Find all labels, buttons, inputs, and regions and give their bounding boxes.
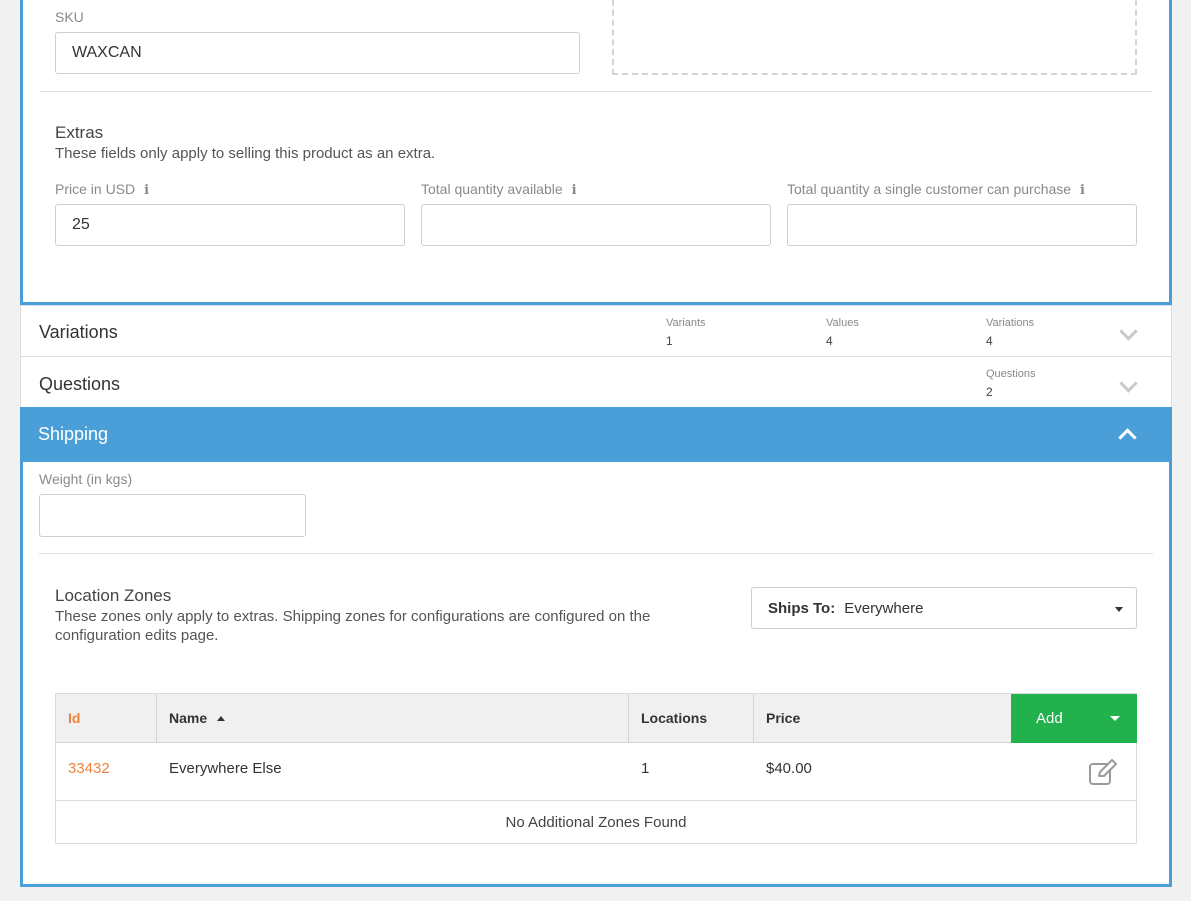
questions-title: Questions: [39, 374, 121, 394]
sku-label: SKU: [55, 9, 84, 25]
per-customer-limit-input[interactable]: [787, 204, 1137, 246]
variations-stat: Variations 4: [986, 317, 1035, 348]
no-zones-message: No Additional Zones Found: [56, 800, 1136, 843]
total-quantity-input[interactable]: [421, 204, 771, 246]
variants-stat: Variants 1: [666, 317, 706, 348]
extras-description: These fields only apply to selling this …: [55, 145, 436, 162]
shipping-section-header[interactable]: Shipping: [20, 407, 1172, 462]
sort-ascending-icon: [217, 715, 226, 721]
values-stat: Values 4: [826, 317, 859, 348]
caret-down-icon: [1115, 607, 1123, 612]
total-quantity-label: Total quantity available i: [421, 181, 577, 198]
chevron-up-icon[interactable]: [1118, 428, 1137, 447]
per-customer-limit-label: Total quantity a single customer can pur…: [787, 181, 1085, 198]
column-header-price[interactable]: Price: [754, 694, 1011, 743]
zone-locations: 1: [641, 759, 650, 777]
chevron-down-icon[interactable]: [1119, 322, 1138, 341]
column-header-id[interactable]: Id: [56, 694, 157, 743]
weight-input[interactable]: [39, 494, 306, 537]
ships-to-label: Ships To:: [768, 599, 836, 617]
sku-input[interactable]: WAXCAN: [55, 32, 580, 74]
info-icon: i: [144, 183, 150, 198]
zone-id-link[interactable]: 33432: [56, 743, 157, 793]
questions-stat: Questions 2: [986, 368, 1036, 399]
image-dropzone[interactable]: [612, 0, 1137, 75]
extras-title: Extras: [55, 123, 104, 142]
variations-title: Variations: [39, 322, 118, 342]
edit-icon[interactable]: [1088, 758, 1118, 786]
zone-name: Everywhere Else: [169, 759, 282, 777]
weight-label: Weight (in kgs): [39, 471, 133, 487]
caret-down-icon[interactable]: [1110, 716, 1120, 721]
variations-section-header[interactable]: Variations Variants 1 Values 4 Variation…: [20, 305, 1172, 357]
zone-price: $40.00: [766, 759, 812, 777]
ships-to-select[interactable]: Ships To: Everywhere: [751, 587, 1137, 629]
column-header-name[interactable]: Name: [157, 694, 629, 743]
info-icon: i: [571, 183, 577, 198]
questions-section-header[interactable]: Questions Questions 2: [20, 356, 1172, 408]
info-icon: i: [1080, 183, 1085, 198]
add-zone-button[interactable]: Add: [1011, 694, 1137, 743]
location-zones-title: Location Zones: [55, 586, 172, 605]
column-header-locations[interactable]: Locations: [629, 694, 754, 743]
divider: [40, 91, 1152, 92]
shipping-title: Shipping: [38, 424, 109, 444]
divider: [39, 553, 1153, 554]
price-label: Price in USD i: [55, 181, 150, 198]
location-zones-description: These zones only apply to extras. Shippi…: [55, 608, 651, 644]
price-input[interactable]: 25: [55, 204, 405, 246]
zones-table: Id Name Locations Price Add 33432 Everyw…: [55, 693, 1137, 844]
ships-to-value: Everywhere: [844, 599, 924, 617]
chevron-down-icon[interactable]: [1119, 374, 1138, 393]
